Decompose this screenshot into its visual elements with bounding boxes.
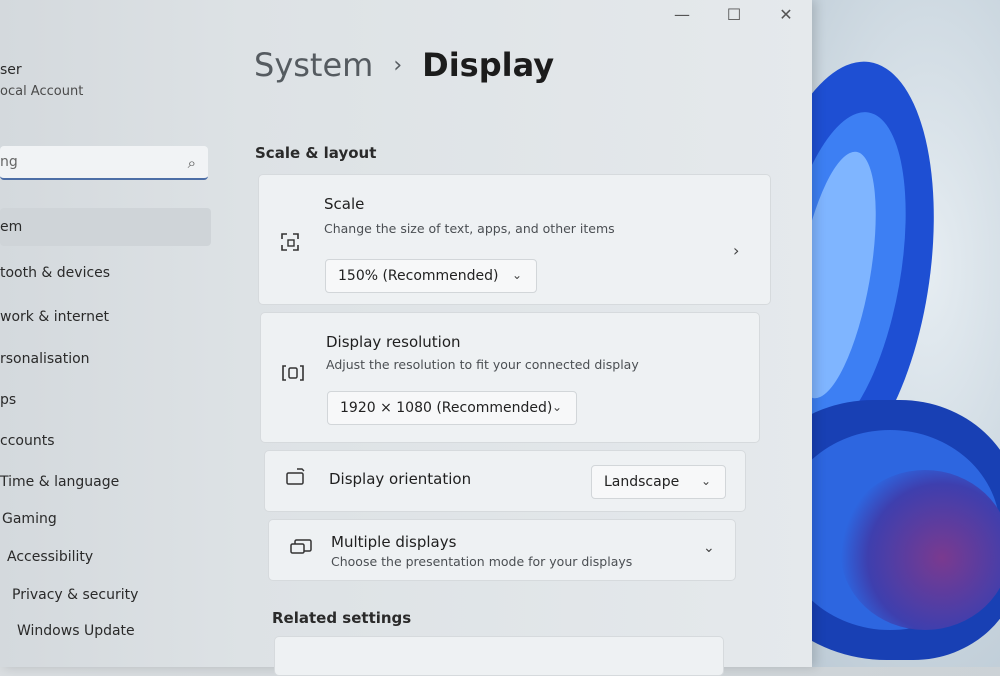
- window-controls: — ☐ ✕: [656, 0, 812, 28]
- multiple-displays-card[interactable]: Multiple displays Choose the presentatio…: [268, 519, 736, 581]
- maximize-icon: ☐: [726, 4, 742, 24]
- sidebar-item-personalisation[interactable]: rsonalisation: [0, 340, 90, 378]
- minimize-icon: —: [674, 4, 690, 24]
- sidebar-item-bluetooth-devices[interactable]: tooth & devices: [0, 254, 110, 292]
- display-orientation-title: Display orientation: [329, 470, 472, 488]
- display-resolution-card: Display resolution Adjust the resolution…: [260, 312, 760, 443]
- settings-window: — ☐ ✕ ser ocal Account ⌕ em tooth & devi…: [0, 0, 812, 676]
- display-resolution-dropdown-value: 1920 × 1080 (Recommended): [340, 400, 553, 416]
- display-orientation-card: Display orientation Landscape ⌄: [264, 450, 746, 512]
- sidebar-item-label: Gaming: [2, 511, 57, 527]
- wallpaper-bloom-shape: [840, 470, 1000, 630]
- sidebar-item-accessibility[interactable]: Accessibility: [7, 538, 93, 576]
- chevron-right-icon[interactable]: ›: [733, 241, 739, 260]
- minimize-button[interactable]: —: [656, 0, 708, 28]
- chevron-down-icon: ⌄: [551, 400, 562, 414]
- sidebar-item-gaming[interactable]: Gaming: [2, 500, 57, 538]
- user-account-type: ocal Account: [0, 84, 84, 99]
- chevron-down-icon: ⌄: [511, 268, 522, 282]
- sidebar-item-label: tooth & devices: [0, 265, 111, 281]
- close-button[interactable]: ✕: [760, 0, 812, 28]
- sidebar-item-time-language[interactable]: Time & language: [0, 463, 119, 501]
- display-resolution-title: Display resolution: [326, 333, 461, 351]
- chevron-down-icon[interactable]: ⌄: [703, 540, 715, 556]
- close-icon: ✕: [779, 4, 793, 24]
- sidebar-item-network-internet[interactable]: work & internet: [0, 298, 109, 336]
- scale-dropdown[interactable]: 150% (Recommended) ⌄: [325, 259, 537, 293]
- maximize-button[interactable]: ☐: [708, 0, 760, 28]
- page-title: Display: [422, 46, 555, 84]
- sidebar-item-accounts[interactable]: ccounts: [0, 422, 55, 460]
- section-title-scale-layout: Scale & layout: [255, 144, 377, 162]
- scale-dropdown-value: 150% (Recommended): [338, 268, 499, 284]
- sidebar-item-label: rsonalisation: [0, 351, 90, 367]
- sidebar-item-label: ps: [0, 392, 17, 408]
- scale-icon: [279, 231, 301, 258]
- sidebar-item-label: Accessibility: [7, 549, 94, 565]
- sidebar-item-windows-update[interactable]: Windows Update: [17, 612, 135, 650]
- display-resolution-dropdown[interactable]: 1920 × 1080 (Recommended) ⌄: [327, 391, 577, 425]
- sidebar-item-label: em: [0, 219, 23, 235]
- user-name: ser: [0, 62, 22, 78]
- sidebar-item-label: work & internet: [0, 309, 110, 325]
- sidebar-item-system[interactable]: em: [0, 208, 211, 246]
- sidebar-item-label: Windows Update: [17, 623, 135, 639]
- sidebar-item-apps[interactable]: ps: [0, 381, 16, 419]
- display-orientation-dropdown-value: Landscape: [604, 474, 680, 490]
- related-settings-card[interactable]: [274, 636, 724, 676]
- search-input[interactable]: [0, 146, 170, 178]
- breadcrumb-chevron-icon: ›: [393, 52, 403, 78]
- sidebar-item-label: Time & language: [0, 474, 120, 490]
- section-title-related-settings: Related settings: [272, 609, 412, 627]
- breadcrumb-parent-link[interactable]: System: [254, 46, 373, 84]
- sidebar-item-label: ccounts: [0, 433, 55, 449]
- multiple-displays-icon: [289, 537, 313, 562]
- display-resolution-description: Adjust the resolution to fit your connec…: [326, 357, 639, 372]
- display-resolution-icon: [281, 363, 305, 388]
- chevron-down-icon: ⌄: [700, 474, 711, 488]
- multiple-displays-description: Choose the presentation mode for your di…: [331, 554, 633, 569]
- multiple-displays-title: Multiple displays: [331, 533, 457, 551]
- sidebar-item-label: Privacy & security: [12, 587, 139, 603]
- sidebar-item-privacy-security[interactable]: Privacy & security: [12, 576, 138, 614]
- scale-description: Change the size of text, apps, and other…: [324, 221, 615, 236]
- breadcrumb: System › Display: [254, 46, 554, 84]
- scale-card[interactable]: Scale Change the size of text, apps, and…: [258, 174, 771, 305]
- display-orientation-icon: [285, 467, 307, 492]
- display-orientation-dropdown[interactable]: Landscape ⌄: [591, 465, 726, 499]
- sidebar: ser ocal Account ⌕ em tooth & devices wo…: [0, 0, 215, 667]
- scale-title: Scale: [324, 195, 365, 213]
- search-box[interactable]: ⌕: [0, 146, 208, 180]
- search-icon[interactable]: ⌕: [188, 154, 196, 172]
